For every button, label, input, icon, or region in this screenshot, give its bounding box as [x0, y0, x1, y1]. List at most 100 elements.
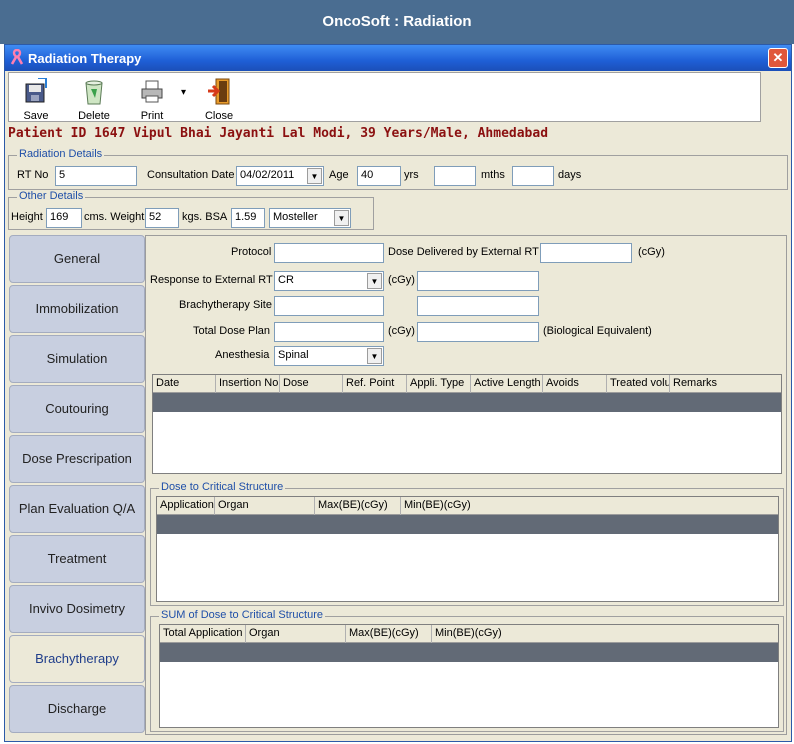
section-tabs: General Immobilization Simulation Coutou…	[9, 235, 145, 735]
other-details-legend: Other Details	[17, 190, 86, 202]
tab-invivo-dosimetry[interactable]: Invivo Dosimetry	[9, 585, 145, 633]
column-date[interactable]: Date	[153, 375, 216, 393]
dose-delivered-external-label: Dose Delivered by External RT	[388, 246, 539, 258]
column-appli-type[interactable]: Appli. Type	[407, 375, 471, 393]
anesthesia-value: Spinal	[278, 349, 309, 361]
age-months-input[interactable]	[434, 166, 476, 186]
sum-critical-structure-grid[interactable]: Total Application Organ Max(BE)(cGy) Min…	[159, 624, 779, 728]
chevron-down-icon[interactable]: ▼	[307, 168, 322, 184]
days-unit: days	[558, 169, 582, 181]
tab-discharge[interactable]: Discharge	[9, 685, 145, 733]
patient-banner: Patient ID 1647 Vipul Bhai Jayanti Lal M…	[8, 126, 549, 141]
age-years-input[interactable]: 40	[357, 166, 401, 186]
height-input[interactable]: 169	[46, 208, 82, 228]
rt-no-label: RT No	[17, 169, 49, 181]
chevron-down-icon[interactable]: ▼	[334, 210, 349, 226]
months-unit: mths	[481, 169, 505, 181]
critical-structure-group: Dose to Critical Structure Application O…	[150, 481, 784, 606]
window-titlebar[interactable]: Radiation Therapy ✕	[5, 45, 791, 71]
column-remarks[interactable]: Remarks	[670, 375, 781, 393]
critical-structure-grid[interactable]: Application Organ Max(BE)(cGy) Min(BE)(c…	[156, 496, 779, 602]
anesthesia-select[interactable]: Spinal ▼	[274, 346, 384, 366]
sum-critical-structure-selected-row[interactable]	[160, 643, 778, 662]
consultation-date-value: 04/02/2011	[240, 169, 295, 181]
tab-treatment[interactable]: Treatment	[9, 535, 145, 583]
column-dose[interactable]: Dose	[280, 375, 343, 393]
column-max-be[interactable]: Max(BE)(cGy)	[346, 625, 432, 643]
biological-equivalent-input[interactable]	[417, 322, 539, 342]
save-label: Save	[23, 110, 49, 122]
brachytherapy-site-label: Brachytherapy Site	[179, 299, 272, 311]
column-active-length[interactable]: Active Length	[471, 375, 543, 393]
print-button[interactable]: Print	[129, 75, 175, 122]
pink-ribbon-icon	[10, 49, 24, 65]
years-unit: yrs	[404, 169, 419, 181]
delete-label: Delete	[78, 110, 110, 122]
brachytherapy-site-input[interactable]	[274, 296, 384, 316]
dose-delivered-external-input[interactable]	[540, 243, 632, 263]
radiation-details-legend: Radiation Details	[17, 148, 105, 160]
window-close-button[interactable]: ✕	[768, 48, 788, 68]
app-banner: OncoSoft : Radiation	[0, 0, 794, 44]
weight-input[interactable]: 52	[145, 208, 179, 228]
column-avoids[interactable]: Avoids	[543, 375, 607, 393]
consultation-date-picker[interactable]: 04/02/2011 ▼	[236, 166, 324, 186]
tab-plan-evaluation[interactable]: Plan Evaluation Q/A	[9, 485, 145, 533]
bsa-input[interactable]: 1.59	[231, 208, 265, 228]
protocol-input[interactable]	[274, 243, 384, 263]
consultation-date-label: Consultation Date	[147, 169, 235, 181]
save-button[interactable]: Save	[13, 75, 59, 122]
radiation-therapy-window: Radiation Therapy ✕ Save Delete Print ▾ …	[4, 44, 792, 742]
insertion-grid-header: Date Insertion No Dose Ref. Point Appli.…	[153, 375, 781, 393]
sum-critical-structure-group: SUM of Dose to Critical Structure Total …	[150, 609, 784, 732]
chevron-down-icon[interactable]: ▼	[367, 348, 382, 364]
column-insertion-no[interactable]: Insertion No	[216, 375, 280, 393]
biological-equivalent-label: (Biological Equivalent)	[543, 325, 652, 337]
recycle-bin-icon	[85, 80, 103, 105]
print-dropdown-arrow[interactable]: ▾	[181, 87, 186, 98]
critical-structure-grid-header: Application Organ Max(BE)(cGy) Min(BE)(c…	[157, 497, 778, 515]
delete-button[interactable]: Delete	[71, 75, 117, 122]
brachytherapy-panel: Protocol Dose Delivered by External RT (…	[145, 235, 787, 735]
toolbar: Save Delete Print ▾ Close	[8, 72, 761, 122]
tab-dose-prescripation[interactable]: Dose Prescripation	[9, 435, 145, 483]
column-total-application[interactable]: Total Application	[160, 625, 246, 643]
response-extra-input[interactable]	[417, 271, 539, 291]
brachytherapy-site-extra-input[interactable]	[417, 296, 539, 316]
chevron-down-icon[interactable]: ▼	[367, 273, 382, 289]
tab-general[interactable]: General	[9, 235, 145, 283]
column-ref-point[interactable]: Ref. Point	[343, 375, 407, 393]
critical-structure-selected-row[interactable]	[157, 515, 778, 534]
column-organ[interactable]: Organ	[215, 497, 315, 515]
column-min-be[interactable]: Min(BE)(cGy)	[401, 497, 778, 515]
response-external-label: Response to External RT	[150, 274, 273, 286]
kgs-bsa-label: kgs. BSA	[182, 211, 228, 223]
print-label: Print	[140, 110, 164, 122]
close-button[interactable]: Close	[196, 75, 242, 122]
column-treated-volume[interactable]: Treated volu	[607, 375, 670, 393]
radiation-details-group: Radiation Details RT No 5 Consultation D…	[8, 148, 788, 190]
total-dose-plan-label: Total Dose Plan	[193, 325, 271, 337]
response-external-select[interactable]: CR ▼	[274, 271, 384, 291]
column-application[interactable]: Application	[157, 497, 215, 515]
response-unit: (cGy)	[388, 274, 415, 286]
tab-brachytherapy[interactable]: Brachytherapy	[9, 635, 145, 683]
tab-coutouring[interactable]: Coutouring	[9, 385, 145, 433]
printer-icon	[141, 80, 163, 103]
column-min-be[interactable]: Min(BE)(cGy)	[432, 625, 778, 643]
insertion-grid-selected-row[interactable]	[153, 393, 781, 412]
column-max-be[interactable]: Max(BE)(cGy)	[315, 497, 401, 515]
tab-simulation[interactable]: Simulation	[9, 335, 145, 383]
sum-critical-structure-legend: SUM of Dose to Critical Structure	[159, 609, 325, 621]
rt-no-input[interactable]: 5	[55, 166, 137, 186]
total-dose-plan-input[interactable]	[274, 322, 384, 342]
tab-immobilization[interactable]: Immobilization	[9, 285, 145, 333]
insertion-grid[interactable]: Date Insertion No Dose Ref. Point Appli.…	[152, 374, 782, 474]
column-organ[interactable]: Organ	[246, 625, 346, 643]
window-title: Radiation Therapy	[28, 51, 142, 66]
response-external-value: CR	[278, 274, 294, 286]
age-days-input[interactable]	[512, 166, 554, 186]
save-disk-icon	[25, 78, 47, 103]
other-details-group: Other Details Height 169 cms. Weight 52 …	[8, 190, 374, 230]
bsa-method-select[interactable]: Mosteller ▼	[269, 208, 351, 228]
